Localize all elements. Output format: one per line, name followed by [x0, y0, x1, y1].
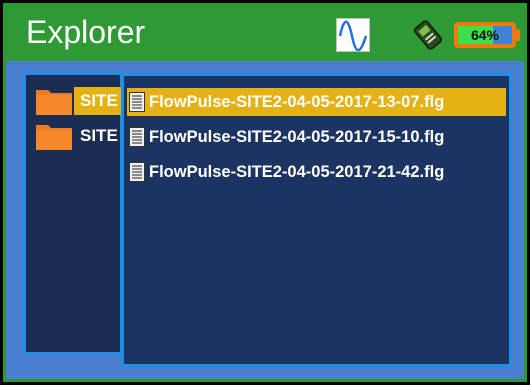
- folder-label: SITE: [80, 126, 118, 145]
- file-icon: [129, 162, 145, 182]
- file-item-1[interactable]: FlowPulse-SITE2-04-05-2017-13-07.flg: [127, 88, 506, 116]
- title-bar: Explorer 64%: [6, 6, 524, 61]
- explorer-window: Explorer 64% SITE SITE FlowPulse-SITE2-0…: [3, 3, 527, 382]
- content-area: SITE SITE FlowPulse-SITE2-04-05-2017-13-…: [6, 61, 524, 379]
- battery-indicator: 64%: [454, 22, 516, 48]
- folder-icon: [36, 87, 72, 115]
- file-icon: [129, 92, 145, 112]
- battery-terminal: [514, 29, 520, 41]
- folder-icon: [36, 122, 72, 150]
- sine-wave-icon[interactable]: [336, 18, 370, 52]
- file-name: FlowPulse-SITE2-04-05-2017-21-42.flg: [149, 163, 445, 181]
- flow-meter-device-icon: [411, 18, 445, 52]
- window-title: Explorer: [26, 14, 146, 50]
- file-list-panel: FlowPulse-SITE2-04-05-2017-13-07.flg Flo…: [121, 73, 512, 367]
- file-item-3[interactable]: FlowPulse-SITE2-04-05-2017-21-42.flg: [127, 158, 506, 186]
- file-name: FlowPulse-SITE2-04-05-2017-13-07.flg: [149, 93, 445, 111]
- device-screen: Explorer 64% SITE SITE FlowPulse-SITE2-0…: [0, 0, 530, 385]
- folder-panel: SITE SITE: [23, 72, 126, 355]
- folder-item-1[interactable]: SITE: [36, 87, 126, 115]
- folder-item-2[interactable]: SITE: [36, 122, 126, 150]
- battery-percent: 64%: [470, 27, 500, 43]
- file-name: FlowPulse-SITE2-04-05-2017-15-10.flg: [149, 128, 445, 146]
- file-item-2[interactable]: FlowPulse-SITE2-04-05-2017-15-10.flg: [127, 123, 506, 151]
- folder-label: SITE: [74, 87, 124, 115]
- file-icon: [129, 127, 145, 147]
